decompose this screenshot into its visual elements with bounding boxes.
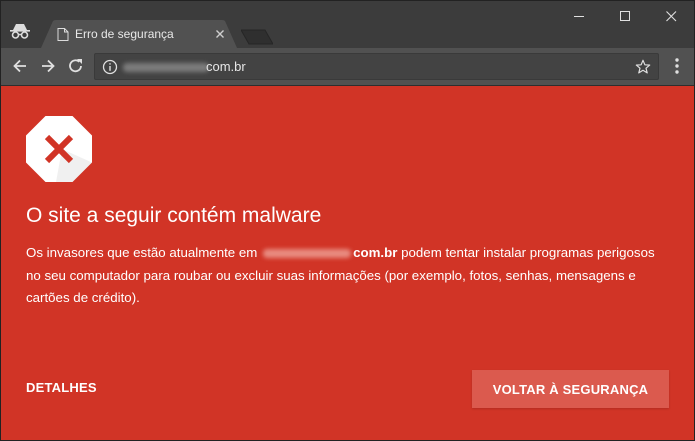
maximize-icon bbox=[620, 11, 630, 21]
page-icon bbox=[57, 28, 69, 41]
address-domain: com.br bbox=[206, 59, 246, 74]
tab-strip: Erro de segurança bbox=[1, 1, 694, 48]
forward-icon[interactable] bbox=[38, 56, 58, 76]
malware-warning-icon bbox=[26, 116, 92, 182]
browser-toolbar: com.br bbox=[1, 48, 694, 86]
description-domain: com.br bbox=[353, 245, 398, 260]
back-to-safety-button[interactable]: VOLTAR À SEGURANÇA bbox=[472, 370, 669, 408]
page-title: O site a seguir contém malware bbox=[26, 204, 322, 227]
menu-icon[interactable] bbox=[669, 56, 685, 76]
back-icon[interactable] bbox=[10, 56, 30, 76]
new-tab-button[interactable] bbox=[241, 29, 273, 45]
window-close-button[interactable] bbox=[649, 5, 693, 29]
description-prefix: Os invasores que estão atualmente em bbox=[26, 245, 258, 260]
incognito-icon bbox=[10, 24, 30, 39]
address-bar[interactable]: com.br bbox=[94, 53, 659, 80]
minimize-icon bbox=[574, 16, 584, 17]
tab-active[interactable]: Erro de segurança bbox=[41, 20, 237, 48]
browser-window: Erro de segurança com.br O site a seguir… bbox=[0, 0, 695, 441]
details-link[interactable]: DETALHES bbox=[26, 380, 97, 395]
redacted-subdomain bbox=[263, 248, 352, 258]
star-icon[interactable] bbox=[635, 59, 651, 75]
window-close-icon bbox=[666, 11, 677, 22]
malware-interstitial: O site a seguir contém malware Os invaso… bbox=[1, 86, 694, 440]
reload-icon[interactable] bbox=[66, 56, 86, 76]
warning-description: Os invasores que estão atualmente em com… bbox=[26, 242, 666, 310]
close-icon[interactable] bbox=[213, 27, 227, 41]
minimize-button[interactable] bbox=[557, 5, 601, 29]
info-icon[interactable] bbox=[102, 59, 118, 75]
maximize-button[interactable] bbox=[603, 5, 647, 29]
tab-title: Erro de segurança bbox=[75, 27, 174, 41]
redacted-subdomain bbox=[123, 63, 209, 72]
